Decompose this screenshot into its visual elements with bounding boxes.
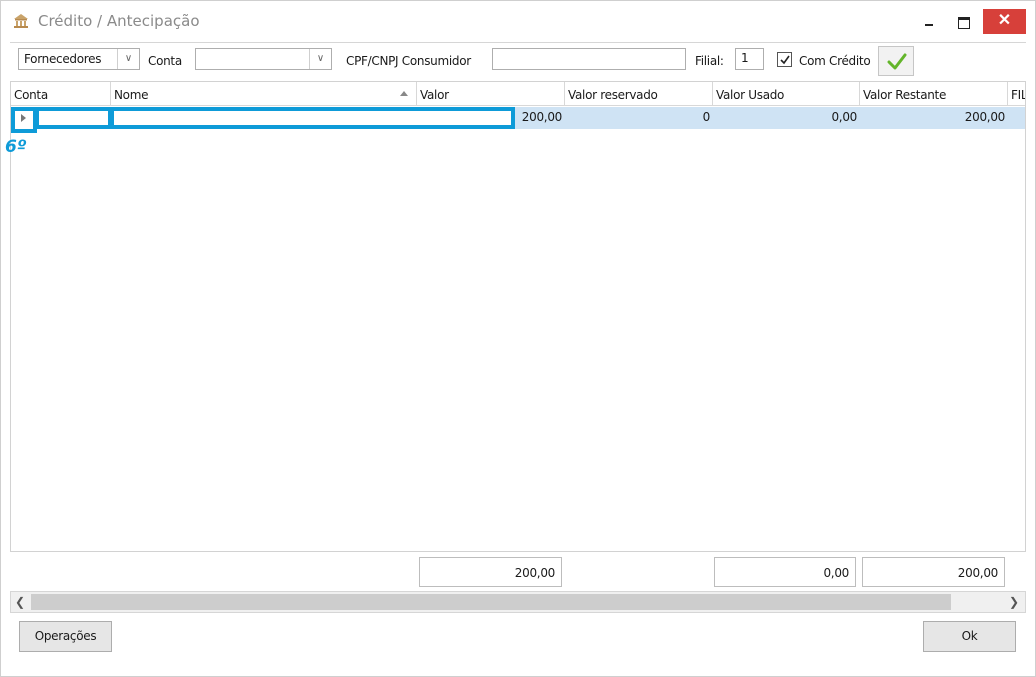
highlight-row-selector [11,107,37,133]
highlight-conta-cell [35,107,112,129]
horizontal-scrollbar[interactable]: ❮ ❯ [10,591,1026,613]
filial-label: Filial: [695,54,724,68]
cell-valor-reservado[interactable]: 0 [565,107,713,129]
column-header-conta[interactable]: Conta [11,82,111,106]
filter-toolbar: Fornecedores ∨ Conta ∨ CPF/CNPJ Consumid… [10,42,1026,78]
checkmark-icon [780,55,790,65]
maximize-button[interactable] [950,9,976,34]
scroll-left-icon[interactable]: ❮ [15,595,25,609]
close-icon: ✕ [997,12,1012,29]
total-valor: 200,00 [419,557,562,587]
cpf-cnpj-input[interactable] [492,48,686,70]
step-annotation: 6º [5,137,27,157]
scrollbar-thumb[interactable] [31,594,951,610]
column-header-fil[interactable]: FIL [1008,82,1025,106]
bank-icon [13,13,29,29]
com-credito-label[interactable]: Com Crédito [799,54,871,68]
credit-grid: Conta Nome Valor Valor reservado Valor U… [10,81,1026,591]
credito-antecipacao-window: Crédito / Antecipação ✕ Fornecedores ∨ C… [0,0,1036,677]
column-header-valor-reservado[interactable]: Valor reservado [565,82,713,106]
column-header-nome[interactable]: Nome [111,82,417,106]
column-header-valor-restante[interactable]: Valor Restante [860,82,1008,106]
total-valor-restante: 200,00 [862,557,1005,587]
ok-button[interactable]: Ok [923,621,1016,652]
window-title: Crédito / Antecipação [38,12,200,30]
conta-combo[interactable]: ∨ [195,48,332,70]
cell-valor-restante[interactable]: 200,00 [860,107,1008,129]
total-valor-usado: 0,00 [714,557,856,587]
close-button[interactable]: ✕ [983,9,1026,34]
filial-input[interactable]: 1 [735,48,764,70]
conta-label: Conta [148,54,182,68]
cell-valor-usado[interactable]: 0,00 [713,107,860,129]
type-combo-value: Fornecedores [24,52,102,66]
scroll-right-icon[interactable]: ❯ [1009,595,1019,609]
chevron-down-icon[interactable]: ∨ [117,49,139,69]
cpf-cnpj-label: CPF/CNPJ Consumidor [346,54,471,68]
confirm-filter-button[interactable] [878,46,914,76]
title-bar: Crédito / Antecipação ✕ [1,1,1035,41]
com-credito-checkbox[interactable] [777,52,792,67]
grid-header: Conta Nome Valor Valor reservado Valor U… [11,82,1025,106]
column-header-valor-usado[interactable]: Valor Usado [713,82,860,106]
highlight-nome-cell [110,107,515,129]
type-combo[interactable]: Fornecedores ∨ [18,48,140,70]
check-icon [887,53,907,70]
column-header-nome-label: Nome [114,88,149,102]
chevron-down-icon[interactable]: ∨ [309,49,331,69]
totals-bar: 200,00 0,00 200,00 [10,551,1026,591]
operacoes-button[interactable]: Operações [19,621,112,652]
sort-ascending-icon [400,91,408,96]
column-header-valor[interactable]: Valor [417,82,565,106]
minimize-button[interactable] [916,9,942,34]
